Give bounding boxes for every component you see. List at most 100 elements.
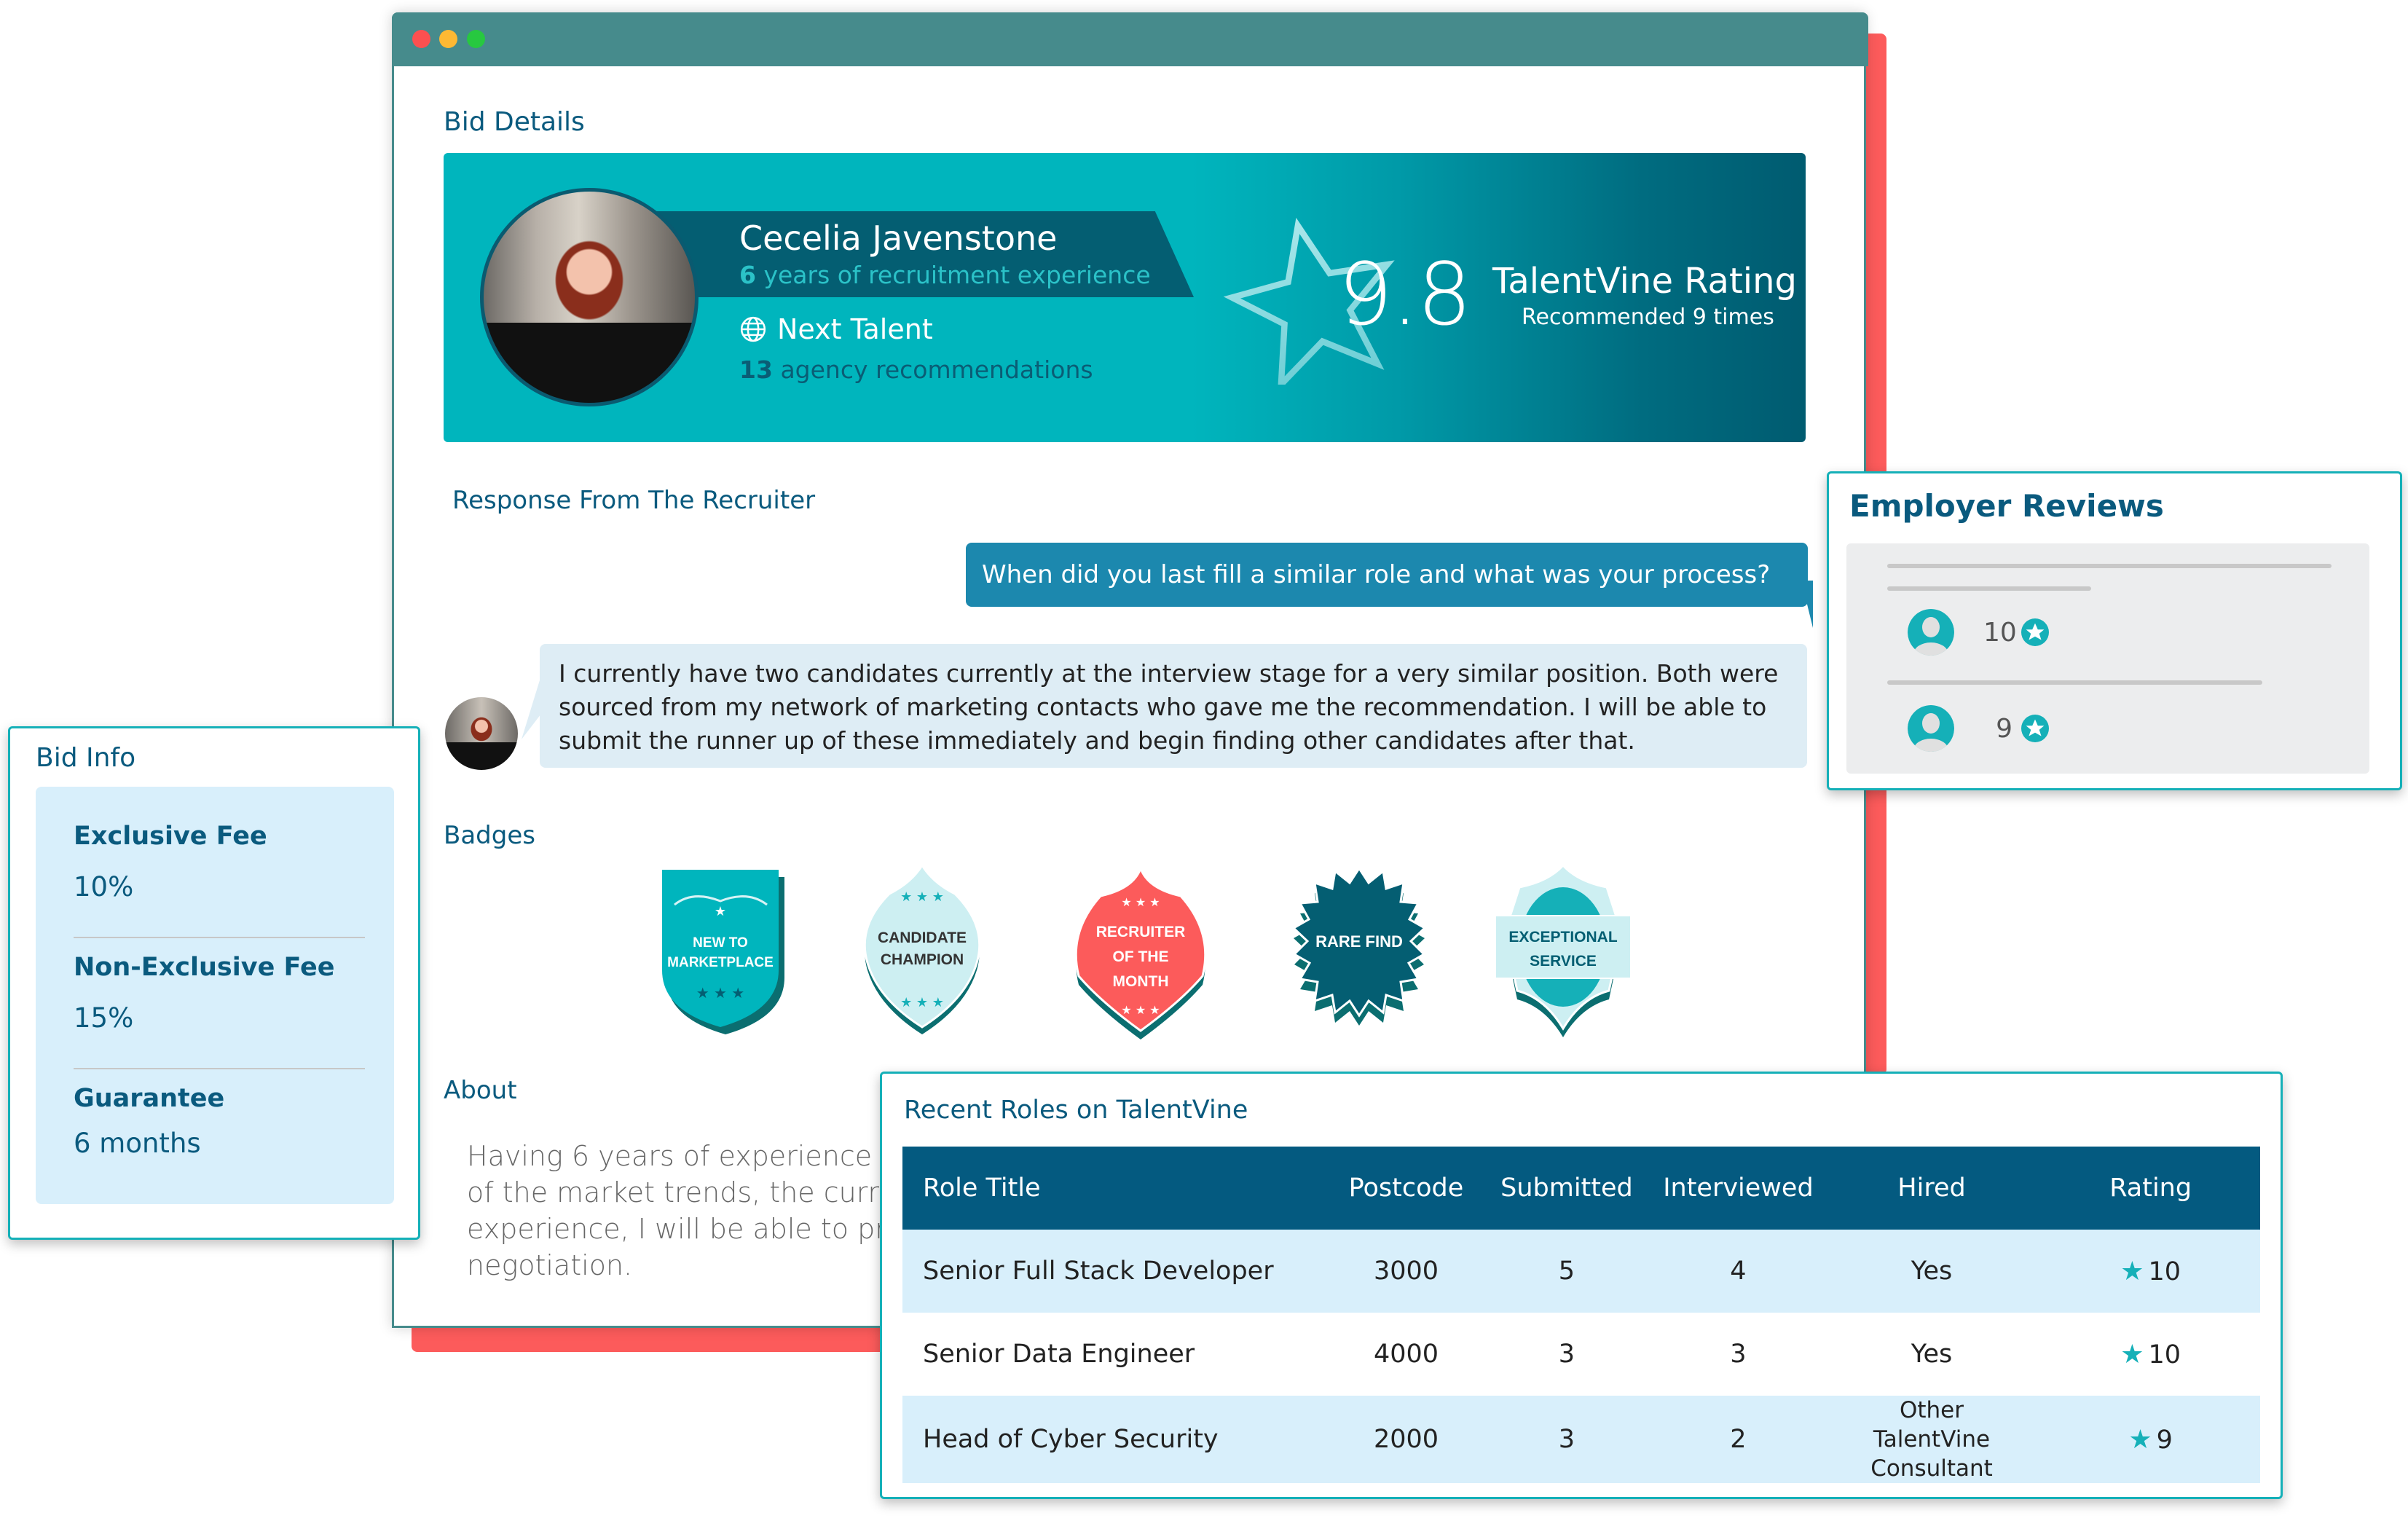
- bid-info-label: Exclusive Fee: [74, 822, 267, 851]
- agency-recommendations-count: 13: [739, 355, 773, 384]
- cell-role: Senior Full Stack Developer: [923, 1257, 1274, 1286]
- rating-value: 10: [2148, 1340, 2181, 1369]
- cell-hired: Other TalentVine Consultant: [1822, 1396, 2042, 1483]
- badges-title: Badges: [444, 821, 535, 850]
- rating-value: 10: [2148, 1257, 2181, 1286]
- badge-label: CHAMPION: [881, 951, 964, 968]
- divider: [74, 1068, 365, 1069]
- bid-info-panel: Bid Info Exclusive Fee 10% Non-Exclusive…: [8, 726, 420, 1240]
- bid-info-list: Exclusive Fee 10% Non-Exclusive Fee 15% …: [36, 787, 394, 1204]
- experience-text: years of recruitment experience: [763, 261, 1151, 289]
- response-title: Response From The Recruiter: [452, 486, 816, 515]
- bid-info-item-non-exclusive-fee: Non-Exclusive Fee 15%: [74, 953, 358, 1034]
- recruiter-avatar-small: [445, 697, 518, 770]
- recruiter-name: Cecelia Javenstone: [739, 219, 1058, 258]
- cell-role: Head of Cyber Security: [923, 1425, 1219, 1454]
- column-header-rating[interactable]: Rating: [2041, 1147, 2260, 1230]
- cell-hired: Yes: [1911, 1340, 1953, 1369]
- cell-submitted: 3: [1558, 1340, 1575, 1369]
- cell-postcode: 4000: [1373, 1340, 1439, 1369]
- review-item: 9: [1908, 705, 2049, 752]
- window-maximize-button[interactable]: [467, 30, 485, 48]
- badge-label: CANDIDATE: [878, 929, 967, 946]
- hired-text: Other TalentVine Consultant: [1870, 1397, 1993, 1482]
- recruiter-hero-card: Cecelia Javenstone 6 years of recruitmen…: [444, 153, 1806, 442]
- rating-value: 9: [2156, 1425, 2173, 1455]
- agency-name: Next Talent: [777, 313, 933, 345]
- column-header-role-title[interactable]: Role Title: [902, 1147, 1333, 1230]
- agency-recommendations-text: agency recommendations: [780, 355, 1093, 384]
- talentvine-rating-value: 9.8: [1338, 244, 1472, 345]
- cell-hired: Yes: [1911, 1257, 1953, 1286]
- table-row[interactable]: Senior Full Stack Developer 3000 5 4 Yes…: [902, 1230, 2260, 1313]
- badges-list: ★ ★ ★ ★ NEW TO MARKETPLACE ★ ★ ★ ★ ★ ★ C…: [576, 861, 1632, 1043]
- bid-info-item-guarantee: Guarantee 6 months: [74, 1084, 358, 1159]
- divider: [74, 937, 365, 938]
- bid-details-title: Bid Details: [444, 107, 585, 137]
- bid-info-label: Non-Exclusive Fee: [74, 953, 335, 982]
- talentvine-rating-label: TalentVine Rating: [1492, 261, 1797, 302]
- cell-role: Senior Data Engineer: [923, 1340, 1195, 1369]
- question-bubble: When did you last fill a similar role an…: [966, 543, 1808, 607]
- cell-rating: ★ 9: [2041, 1396, 2260, 1483]
- svg-text:★: ★: [715, 904, 726, 919]
- svg-text:★ ★ ★: ★ ★ ★: [900, 995, 944, 1010]
- cell-postcode: 2000: [1373, 1425, 1439, 1454]
- badge-label: SERVICE: [1530, 953, 1597, 970]
- review-text-placeholder: [1887, 586, 2091, 591]
- user-avatar-icon: [1908, 705, 1954, 752]
- badge-label: MONTH: [1113, 973, 1169, 990]
- column-header-hired[interactable]: Hired: [1822, 1147, 2042, 1230]
- star-badge-icon: [2021, 715, 2049, 742]
- svg-text:★ ★ ★: ★ ★ ★: [1121, 1003, 1160, 1017]
- table-row[interactable]: Head of Cyber Security 2000 3 2 Other Ta…: [902, 1396, 2260, 1483]
- badge-new-to-marketplace: ★ ★ ★ ★ NEW TO MARKETPLACE: [642, 861, 809, 1043]
- column-header-postcode[interactable]: Postcode: [1333, 1147, 1479, 1230]
- cell-interviewed: 4: [1730, 1257, 1747, 1286]
- badge-label: EXCEPTIONAL: [1508, 929, 1618, 946]
- reviews-list: 10 9: [1846, 543, 2369, 774]
- svg-text:★ ★ ★: ★ ★ ★: [900, 889, 944, 905]
- badge-recruiter-of-the-month: ★ ★ ★ ★ ★ ★ RECRUITER OF THE MONTH: [1057, 861, 1224, 1043]
- recruiter-avatar: [480, 188, 699, 406]
- review-score: 10: [1983, 617, 2017, 648]
- table-row[interactable]: Senior Data Engineer 4000 3 3 Yes ★ 10: [902, 1313, 2260, 1396]
- cell-interviewed: 2: [1730, 1425, 1747, 1454]
- employer-reviews-title: Employer Reviews: [1849, 488, 2164, 524]
- window-minimize-button[interactable]: [439, 30, 457, 48]
- badge-exceptional-service: EXCEPTIONAL SERVICE: [1479, 861, 1647, 1043]
- review-text-placeholder: [1887, 564, 2332, 568]
- bid-info-value: 15%: [74, 1002, 134, 1034]
- bid-info-item-exclusive-fee: Exclusive Fee 10%: [74, 822, 358, 903]
- agency-recommendations: 13 agency recommendations: [739, 355, 1093, 384]
- star-icon: ★: [2120, 1339, 2144, 1369]
- bid-info-title: Bid Info: [36, 743, 136, 773]
- table-header-row: Role Title Postcode Submitted Interviewe…: [902, 1147, 2260, 1230]
- recent-roles-panel: Recent Roles on TalentVine Role Title Po…: [880, 1072, 2283, 1499]
- svg-text:★ ★ ★: ★ ★ ★: [696, 984, 745, 1002]
- window-close-button[interactable]: [412, 30, 430, 48]
- cell-rating: ★ 10: [2041, 1230, 2260, 1313]
- cell-submitted: 5: [1558, 1257, 1575, 1286]
- employer-reviews-panel: Employer Reviews 10 9: [1827, 471, 2402, 790]
- star-icon: ★: [2128, 1424, 2152, 1455]
- badge-rare-find: RARE FIND: [1275, 861, 1443, 1043]
- column-header-submitted[interactable]: Submitted: [1479, 1147, 1655, 1230]
- cell-rating: ★ 10: [2041, 1313, 2260, 1396]
- bid-info-label: Guarantee: [74, 1084, 225, 1113]
- recent-roles-table: Role Title Postcode Submitted Interviewe…: [902, 1147, 2260, 1483]
- review-text-placeholder: [1887, 680, 2262, 685]
- badge-label: MARKETPLACE: [667, 955, 774, 970]
- recruiter-agency[interactable]: Next Talent: [739, 313, 933, 345]
- column-header-interviewed[interactable]: Interviewed: [1654, 1147, 1822, 1230]
- svg-text:★ ★ ★: ★ ★ ★: [1121, 895, 1160, 909]
- cell-submitted: 3: [1558, 1425, 1575, 1454]
- question-bubble-tail: [1801, 581, 1813, 628]
- bid-info-value: 10%: [74, 871, 134, 903]
- star-icon: ★: [2120, 1256, 2144, 1286]
- review-score: 9: [1996, 713, 2012, 744]
- recommended-count: Recommended 9 times: [1522, 304, 1774, 330]
- badge-label: RECRUITER: [1096, 924, 1186, 940]
- experience-years: 6: [739, 261, 756, 289]
- answer-bubble: I currently have two candidates currentl…: [540, 644, 1807, 768]
